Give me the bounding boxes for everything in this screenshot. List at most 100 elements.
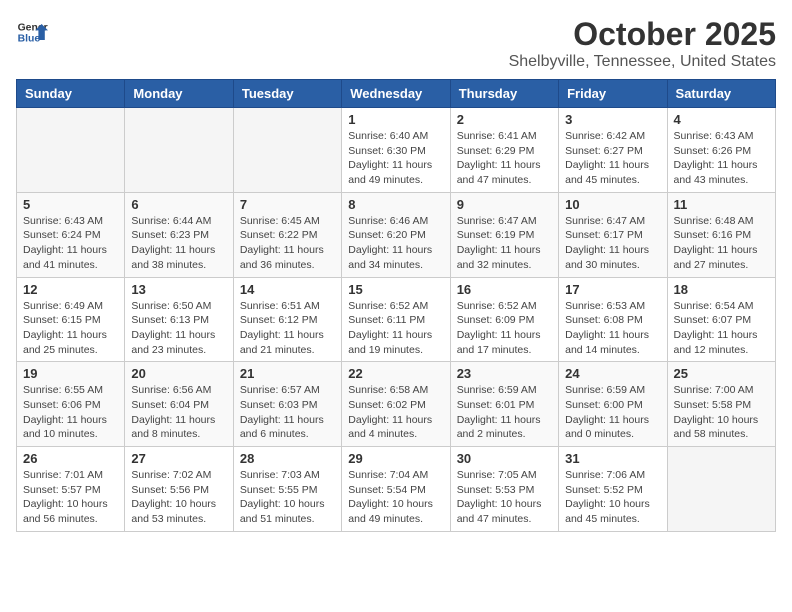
day-number: 8 [348,197,443,212]
calendar-cell: 13 Sunrise: 6:50 AMSunset: 6:13 PMDayligh… [125,277,233,362]
day-info: Sunrise: 6:41 AMSunset: 6:29 PMDaylight:… [457,129,552,188]
calendar-cell: 1 Sunrise: 6:40 AMSunset: 6:30 PMDaylight… [342,108,450,193]
calendar-cell: 14 Sunrise: 6:51 AMSunset: 6:12 PMDayligh… [233,277,341,362]
day-number: 14 [240,282,335,297]
day-info: Sunrise: 6:55 AMSunset: 6:06 PMDaylight:… [23,383,118,442]
day-info: Sunrise: 6:48 AMSunset: 6:16 PMDaylight:… [674,214,769,273]
day-number: 20 [131,366,226,381]
day-info: Sunrise: 6:43 AMSunset: 6:26 PMDaylight:… [674,129,769,188]
weekday-header-sunday: Sunday [17,80,125,108]
calendar-cell: 4 Sunrise: 6:43 AMSunset: 6:26 PMDaylight… [667,108,775,193]
calendar-cell: 2Sunrise: 6:41 AMSunset: 6:29 PMDaylight… [450,108,558,193]
day-info: Sunrise: 6:51 AMSunset: 6:12 PMDaylight:… [240,299,335,358]
day-number: 13 [131,282,226,297]
day-info: Sunrise: 6:40 AMSunset: 6:30 PMDaylight:… [348,129,443,188]
day-info: Sunrise: 6:46 AMSunset: 6:20 PMDaylight:… [348,214,443,273]
calendar-cell: 15 Sunrise: 6:52 AMSunset: 6:11 PMDayligh… [342,277,450,362]
day-number: 30 [457,451,552,466]
calendar-cell: 16Sunrise: 6:52 AMSunset: 6:09 PMDayligh… [450,277,558,362]
day-number: 3 [565,112,660,127]
calendar-cell: 29 Sunrise: 7:04 AMSunset: 5:54 PMDayligh… [342,447,450,532]
calendar-cell [17,108,125,193]
day-number: 18 [674,282,769,297]
day-number: 4 [674,112,769,127]
day-number: 17 [565,282,660,297]
day-number: 1 [348,112,443,127]
day-info: Sunrise: 6:42 AMSunset: 6:27 PMDaylight:… [565,129,660,188]
page-header: General Blue October 2025 Shelbyville, T… [16,16,776,71]
day-number: 22 [348,366,443,381]
calendar-cell: 23 Sunrise: 6:59 AMSunset: 6:01 PMDayligh… [450,362,558,447]
calendar-cell: 20Sunrise: 6:56 AMSunset: 6:04 PMDayligh… [125,362,233,447]
month-title: October 2025 [509,16,776,53]
calendar-cell: 21 Sunrise: 6:57 AMSunset: 6:03 PMDayligh… [233,362,341,447]
calendar-cell [233,108,341,193]
day-number: 28 [240,451,335,466]
weekday-header-tuesday: Tuesday [233,80,341,108]
day-number: 29 [348,451,443,466]
day-info: Sunrise: 6:58 AMSunset: 6:02 PMDaylight:… [348,383,443,442]
day-number: 5 [23,197,118,212]
day-info: Sunrise: 6:54 AMSunset: 6:07 PMDaylight:… [674,299,769,358]
day-info: Sunrise: 7:03 AMSunset: 5:55 PMDaylight:… [240,468,335,527]
calendar-cell: 17 Sunrise: 6:53 AMSunset: 6:08 PMDayligh… [559,277,667,362]
day-info: Sunrise: 7:05 AMSunset: 5:53 PMDaylight:… [457,468,552,527]
calendar-cell: 10 Sunrise: 6:47 AMSunset: 6:17 PMDayligh… [559,192,667,277]
calendar-cell: 9Sunrise: 6:47 AMSunset: 6:19 PMDaylight… [450,192,558,277]
day-number: 25 [674,366,769,381]
day-number: 7 [240,197,335,212]
weekday-header-saturday: Saturday [667,80,775,108]
day-number: 12 [23,282,118,297]
day-number: 27 [131,451,226,466]
day-info: Sunrise: 6:52 AMSunset: 6:11 PMDaylight:… [348,299,443,358]
logo: General Blue [16,16,48,48]
day-info: Sunrise: 7:04 AMSunset: 5:54 PMDaylight:… [348,468,443,527]
weekday-header-thursday: Thursday [450,80,558,108]
weekday-header-monday: Monday [125,80,233,108]
calendar-week-row: 26 Sunrise: 7:01 AMSunset: 5:57 PMDayligh… [17,447,776,532]
calendar-cell: 3 Sunrise: 6:42 AMSunset: 6:27 PMDaylight… [559,108,667,193]
calendar-week-row: 1 Sunrise: 6:40 AMSunset: 6:30 PMDaylight… [17,108,776,193]
calendar-cell: 12 Sunrise: 6:49 AMSunset: 6:15 PMDayligh… [17,277,125,362]
day-info: Sunrise: 6:53 AMSunset: 6:08 PMDaylight:… [565,299,660,358]
day-info: Sunrise: 6:59 AMSunset: 6:01 PMDaylight:… [457,383,552,442]
day-number: 10 [565,197,660,212]
logo-icon: General Blue [16,16,48,48]
weekday-header-wednesday: Wednesday [342,80,450,108]
calendar-cell: 27 Sunrise: 7:02 AMSunset: 5:56 PMDayligh… [125,447,233,532]
day-info: Sunrise: 6:57 AMSunset: 6:03 PMDaylight:… [240,383,335,442]
calendar-cell: 26 Sunrise: 7:01 AMSunset: 5:57 PMDayligh… [17,447,125,532]
svg-text:Blue: Blue [18,34,41,45]
calendar-cell: 5Sunrise: 6:43 AMSunset: 6:24 PMDaylight… [17,192,125,277]
calendar-cell: 18 Sunrise: 6:54 AMSunset: 6:07 PMDayligh… [667,277,775,362]
day-info: Sunrise: 6:47 AMSunset: 6:17 PMDaylight:… [565,214,660,273]
calendar-cell: 24Sunrise: 6:59 AMSunset: 6:00 PMDayligh… [559,362,667,447]
day-number: 23 [457,366,552,381]
day-number: 21 [240,366,335,381]
day-number: 9 [457,197,552,212]
day-number: 24 [565,366,660,381]
day-info: Sunrise: 6:45 AMSunset: 6:22 PMDaylight:… [240,214,335,273]
day-info: Sunrise: 6:52 AMSunset: 6:09 PMDaylight:… [457,299,552,358]
day-number: 15 [348,282,443,297]
day-info: Sunrise: 7:06 AMSunset: 5:52 PMDaylight:… [565,468,660,527]
day-info: Sunrise: 6:50 AMSunset: 6:13 PMDaylight:… [131,299,226,358]
day-info: Sunrise: 7:01 AMSunset: 5:57 PMDaylight:… [23,468,118,527]
day-number: 31 [565,451,660,466]
calendar-week-row: 5Sunrise: 6:43 AMSunset: 6:24 PMDaylight… [17,192,776,277]
calendar-cell: 8 Sunrise: 6:46 AMSunset: 6:20 PMDaylight… [342,192,450,277]
calendar-week-row: 19 Sunrise: 6:55 AMSunset: 6:06 PMDayligh… [17,362,776,447]
day-info: Sunrise: 7:02 AMSunset: 5:56 PMDaylight:… [131,468,226,527]
day-number: 6 [131,197,226,212]
calendar-cell: 22 Sunrise: 6:58 AMSunset: 6:02 PMDayligh… [342,362,450,447]
day-number: 19 [23,366,118,381]
day-info: Sunrise: 6:49 AMSunset: 6:15 PMDaylight:… [23,299,118,358]
day-number: 26 [23,451,118,466]
weekday-header-friday: Friday [559,80,667,108]
calendar-cell [667,447,775,532]
calendar-cell: 19 Sunrise: 6:55 AMSunset: 6:06 PMDayligh… [17,362,125,447]
calendar-cell: 11Sunrise: 6:48 AMSunset: 6:16 PMDayligh… [667,192,775,277]
day-info: Sunrise: 7:00 AMSunset: 5:58 PMDaylight:… [674,383,769,442]
weekday-header-row: SundayMondayTuesdayWednesdayThursdayFrid… [17,80,776,108]
calendar-week-row: 12 Sunrise: 6:49 AMSunset: 6:15 PMDayligh… [17,277,776,362]
